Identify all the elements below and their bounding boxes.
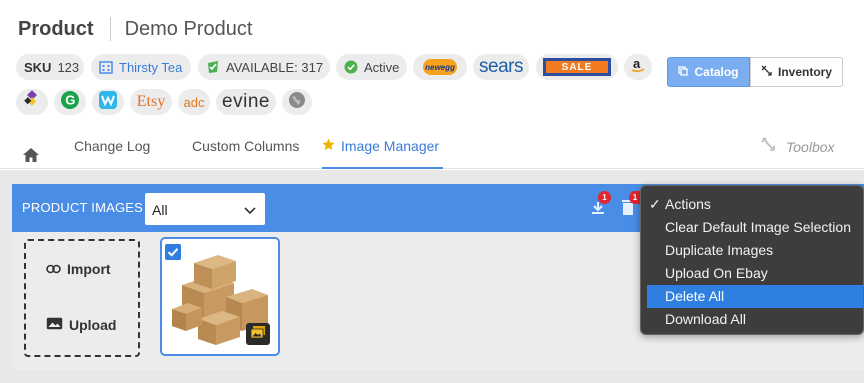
evine-wordmark: evine (222, 91, 270, 112)
status-chip: Active (336, 54, 407, 80)
star-icon (322, 125, 335, 167)
available-chip: AVAILABLE: 317 (198, 54, 330, 80)
image-gallery-icon (250, 325, 265, 343)
tab-bar: Change Log Custom Columns Image Manager … (0, 125, 864, 169)
menu-item-duplicate-images[interactable]: Duplicate Images (641, 239, 863, 262)
brand-icon (99, 60, 113, 74)
page-header: Product Demo Product (18, 14, 252, 44)
sale-logo: SALE (543, 58, 611, 76)
trash-icon (620, 200, 636, 220)
wish-icon (98, 90, 118, 115)
tab-custom-columns[interactable]: Custom Columns (192, 125, 299, 169)
catalog-toggle[interactable]: Catalog (667, 57, 750, 87)
tab-image-manager-label: Image Manager (341, 138, 440, 154)
tab-toolbox-label: Toolbox (786, 139, 835, 155)
newegg-wordmark: newegg (425, 62, 455, 72)
menu-item-upload-on-ebay[interactable]: Upload On Ebay (641, 262, 863, 285)
image-filter-select[interactable]: All (145, 193, 265, 225)
download-images-button[interactable]: 1 (590, 191, 611, 220)
amazon-icon: a (628, 55, 648, 80)
actions-menu: ✓ Actions Clear Default Image Selection D… (640, 185, 864, 335)
chevron-down-icon (244, 203, 256, 219)
sears-wordmark: sears (479, 56, 523, 77)
upload-button[interactable]: Upload (46, 317, 116, 333)
check-icon (165, 247, 181, 264)
tab-toolbox[interactable]: Toolbox (760, 125, 835, 169)
product-images-label: PRODUCT IMAGES (22, 200, 144, 215)
product-name: Demo Product (124, 17, 253, 40)
sale-wordmark: SALE (561, 61, 593, 73)
newegg-logo: newegg (423, 59, 457, 75)
amazon-marketplace[interactable]: a (624, 54, 652, 80)
sku-label: SKU (24, 59, 52, 75)
newegg-marketplace[interactable]: newegg (413, 54, 467, 80)
etsy-marketplace[interactable]: Etsy (130, 89, 172, 115)
brand-name: Thirsty Tea (119, 59, 183, 75)
stock-icon (206, 60, 220, 74)
tab-change-log[interactable]: Change Log (74, 125, 150, 169)
adc-wordmark: adc (183, 94, 205, 110)
title-divider (109, 17, 111, 41)
evine-marketplace[interactable]: evine (216, 89, 276, 115)
sears-marketplace[interactable]: sears (473, 54, 529, 80)
page-title: Product (18, 17, 94, 40)
upload-label: Upload (69, 317, 117, 333)
globe-icon (288, 91, 306, 114)
etsy-wordmark: Etsy (136, 93, 166, 110)
sale-marketplace[interactable]: SALE (536, 54, 618, 80)
adc-marketplace[interactable]: adc (178, 89, 210, 115)
brand-chip[interactable]: Thirsty Tea (91, 54, 191, 80)
delete-images-button[interactable]: 1 (620, 191, 641, 220)
toolbox-icon (760, 126, 776, 168)
home-icon[interactable] (22, 137, 40, 162)
image-dropzone[interactable]: Import Upload (24, 239, 140, 357)
sku-chip: SKU 123 (16, 54, 84, 80)
status-text: Active (364, 59, 400, 75)
tab-image-manager[interactable]: Image Manager (322, 125, 444, 169)
import-button[interactable]: Import (46, 261, 111, 277)
inventory-label: Inventory (777, 65, 832, 79)
inventory-icon (761, 65, 772, 79)
menu-item-clear-default[interactable]: Clear Default Image Selection (641, 216, 863, 239)
inventory-toggle[interactable]: Inventory (750, 57, 843, 87)
default-image-badge[interactable] (246, 323, 270, 345)
sku-value: 123 (57, 59, 80, 75)
available-count: AVAILABLE: 317 (226, 59, 324, 75)
actions-menu-title[interactable]: ✓ Actions (641, 193, 863, 216)
image-select-checkbox[interactable] (165, 244, 181, 260)
import-label: Import (67, 261, 111, 277)
product-page: Product Demo Product SKU 123 Thirsty Tea… (0, 0, 864, 383)
menu-item-download-all[interactable]: Download All (641, 308, 863, 331)
catalog-icon (678, 65, 689, 79)
image-upload-icon (46, 317, 63, 333)
svg-text:G: G (65, 92, 75, 107)
marketplace-g[interactable]: G (54, 89, 86, 115)
globe-marketplace[interactable] (282, 89, 312, 115)
download-badge: 1 (598, 191, 611, 204)
image-filter-value: All (152, 202, 168, 218)
actions-check-mark: ✓ (649, 196, 661, 212)
menu-item-delete-all[interactable]: Delete All (647, 285, 863, 308)
puzzle-icon (22, 89, 42, 115)
download-icon (590, 202, 606, 220)
check-circle-icon (344, 60, 358, 74)
marketplace-puzzle[interactable] (16, 89, 48, 115)
link-icon (46, 261, 61, 277)
g-logo-icon: G (60, 90, 80, 115)
actions-title-label: Actions (665, 196, 711, 212)
marketplace-wish[interactable] (92, 89, 124, 115)
svg-text:a: a (633, 56, 641, 71)
catalog-label: Catalog (694, 65, 739, 79)
